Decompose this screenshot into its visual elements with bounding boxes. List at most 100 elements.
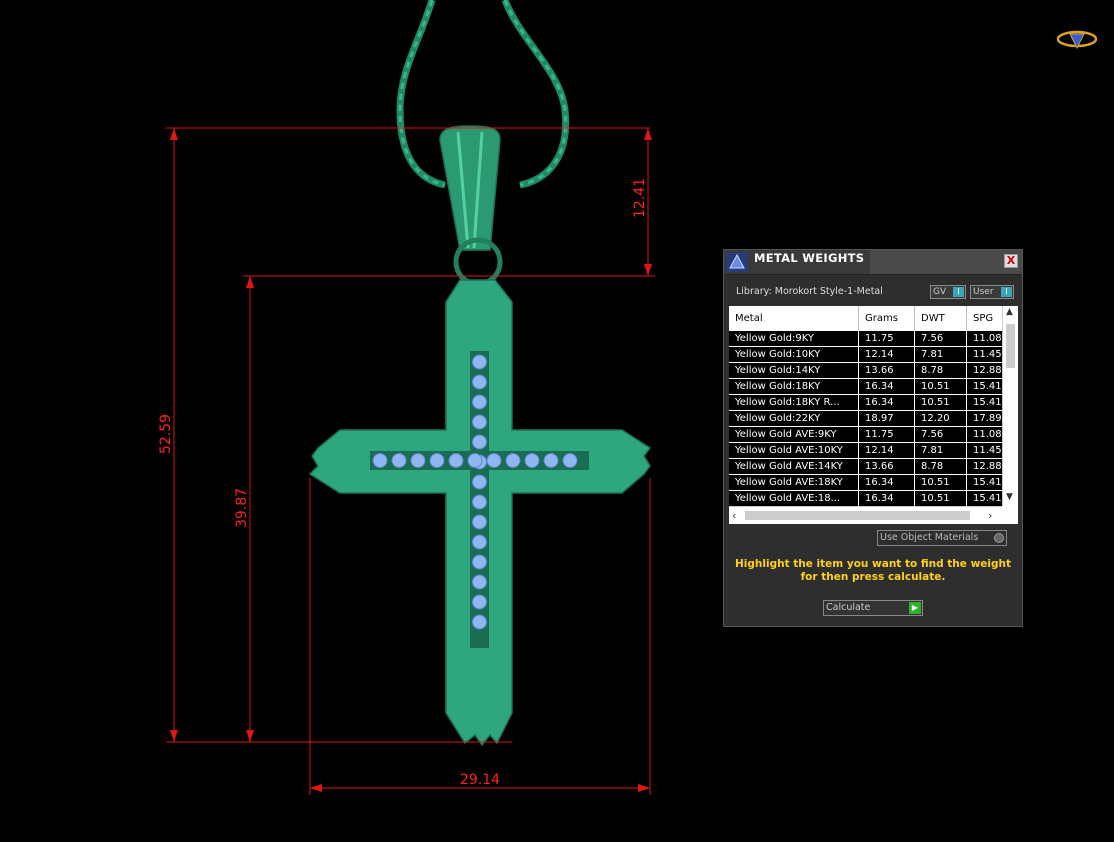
app-logo-icon xyxy=(1056,30,1098,50)
cell-dwt: 7.56 xyxy=(915,331,967,347)
cell-grams: 16.34 xyxy=(859,379,915,395)
scroll-up-icon[interactable]: ▲ xyxy=(1006,307,1013,317)
table-rows: Yellow Gold:9KY 11.75 7.56 11.08 Yellow Gold… xyxy=(729,331,1002,506)
metal-table: Metal Grams DWT SPG Yellow Gold:9KY 11.75… xyxy=(729,306,1018,524)
use-object-materials-toggle[interactable]: Use Object Materials xyxy=(877,530,1007,546)
cell-metal: Yellow Gold AVE:18... xyxy=(729,491,859,506)
stone xyxy=(472,574,487,590)
cell-spg: 17.89 xyxy=(967,411,1002,427)
table-row[interactable]: Yellow Gold:22KY 18.97 12.20 17.89 xyxy=(729,411,1002,427)
cell-metal: Yellow Gold:14KY xyxy=(729,363,859,379)
cell-spg: 15.41 xyxy=(967,475,1002,491)
cell-spg: 12.88 xyxy=(967,459,1002,475)
cell-grams: 13.66 xyxy=(859,363,915,379)
table-row[interactable]: Yellow Gold:10KY 12.14 7.81 11.45 xyxy=(729,347,1002,363)
stone xyxy=(472,514,487,530)
scroll-down-icon[interactable]: ▼ xyxy=(1006,492,1013,502)
cell-metal: Yellow Gold AVE:14KY xyxy=(729,459,859,475)
radio-icon xyxy=(994,533,1004,543)
stone xyxy=(467,453,483,468)
play-icon: ▶ xyxy=(909,602,921,614)
cell-dwt: 10.51 xyxy=(915,379,967,395)
cell-metal: Yellow Gold:10KY xyxy=(729,347,859,363)
table-row[interactable]: Yellow Gold:14KY 13.66 8.78 12.88 xyxy=(729,363,1002,379)
scroll-left-icon[interactable]: ‹ xyxy=(732,509,736,522)
stone xyxy=(472,534,487,550)
cell-metal: Yellow Gold:18KY R... xyxy=(729,395,859,411)
cell-dwt: 7.56 xyxy=(915,427,967,443)
column-header-metal[interactable]: Metal xyxy=(729,306,859,331)
cell-spg: 15.41 xyxy=(967,395,1002,411)
vertical-scrollbar[interactable]: ▲ ▼ xyxy=(1002,306,1018,506)
stone xyxy=(372,453,388,468)
gv-toggle[interactable]: GV I xyxy=(930,285,966,299)
table-row[interactable]: Yellow Gold AVE:9KY 11.75 7.56 11.08 xyxy=(729,427,1002,443)
gv-toggle-label: GV xyxy=(933,287,947,297)
scroll-right-icon[interactable]: › xyxy=(988,509,992,522)
user-toggle-label: User xyxy=(973,287,994,297)
cell-dwt: 7.81 xyxy=(915,347,967,363)
stone xyxy=(410,453,426,468)
cell-dwt: 12.20 xyxy=(915,411,967,427)
stone xyxy=(524,453,540,468)
metal-weights-panel: METAL WEIGHTS X Library: Morokort Style-… xyxy=(723,249,1023,627)
cell-metal: Yellow Gold:9KY xyxy=(729,331,859,347)
table-row[interactable]: Yellow Gold AVE:18KY 16.34 10.51 15.41 xyxy=(729,475,1002,491)
horizontal-scrollbar[interactable]: ‹ › xyxy=(729,506,1002,524)
cell-grams: 16.34 xyxy=(859,395,915,411)
cell-spg: 11.45 xyxy=(967,347,1002,363)
stone xyxy=(472,414,487,430)
column-header-spg[interactable]: SPG xyxy=(967,306,1007,331)
table-row[interactable]: Yellow Gold:18KY 16.34 10.51 15.41 xyxy=(729,379,1002,395)
hint-text: Highlight the item you want to find the … xyxy=(735,558,1011,583)
cell-metal: Yellow Gold:18KY xyxy=(729,379,859,395)
dimension-width: 29.14 xyxy=(460,772,500,788)
column-header-dwt[interactable]: DWT xyxy=(915,306,967,331)
cell-grams: 11.75 xyxy=(859,427,915,443)
user-toggle[interactable]: User I xyxy=(970,285,1014,299)
vertical-scroll-thumb[interactable] xyxy=(1006,324,1015,368)
table-row[interactable]: Yellow Gold:18KY R... 16.34 10.51 15.41 xyxy=(729,395,1002,411)
stone xyxy=(472,434,487,450)
stone xyxy=(562,453,578,468)
column-header-grams[interactable]: Grams xyxy=(859,306,915,331)
horizontal-scroll-thumb[interactable] xyxy=(745,511,970,520)
cell-metal: Yellow Gold AVE:18KY xyxy=(729,475,859,491)
dimension-height-total: 52.59 xyxy=(158,414,174,454)
scale-icon xyxy=(726,252,748,272)
cell-dwt: 10.51 xyxy=(915,395,967,411)
cell-spg: 12.88 xyxy=(967,363,1002,379)
stone xyxy=(472,594,487,610)
stone xyxy=(391,453,407,468)
stone xyxy=(448,453,464,468)
cell-dwt: 10.51 xyxy=(915,475,967,491)
cell-spg: 11.08 xyxy=(967,331,1002,347)
cell-grams: 18.97 xyxy=(859,411,915,427)
cell-spg: 11.08 xyxy=(967,427,1002,443)
stone xyxy=(472,494,487,510)
cell-grams: 13.66 xyxy=(859,459,915,475)
cell-metal: Yellow Gold:22KY xyxy=(729,411,859,427)
cell-metal: Yellow Gold AVE:9KY xyxy=(729,427,859,443)
stone xyxy=(505,453,521,468)
panel-titlebar[interactable]: METAL WEIGHTS X xyxy=(724,250,1022,275)
dimension-bail-height: 12.41 xyxy=(632,178,648,218)
dimension-height-lower: 39.87 xyxy=(234,488,250,528)
user-toggle-knob: I xyxy=(1001,287,1012,297)
calculate-button[interactable]: Calculate ▶ xyxy=(823,600,923,616)
table-row[interactable]: Yellow Gold AVE:18... 16.34 10.51 15.41 xyxy=(729,491,1002,506)
table-row[interactable]: Yellow Gold AVE:10KY 12.14 7.81 11.45 xyxy=(729,443,1002,459)
cell-grams: 16.34 xyxy=(859,475,915,491)
stone xyxy=(472,554,487,570)
close-button[interactable]: X xyxy=(1004,254,1018,268)
stone xyxy=(486,453,502,468)
calculate-label: Calculate xyxy=(826,602,871,613)
table-row[interactable]: Yellow Gold:9KY 11.75 7.56 11.08 xyxy=(729,331,1002,347)
cell-spg: 11.45 xyxy=(967,443,1002,459)
cell-grams: 12.14 xyxy=(859,443,915,459)
stone xyxy=(543,453,559,468)
cell-dwt: 10.51 xyxy=(915,491,967,506)
stone xyxy=(472,394,487,410)
library-label: Library: Morokort Style-1-Metal xyxy=(736,286,883,297)
table-row[interactable]: Yellow Gold AVE:14KY 13.66 8.78 12.88 xyxy=(729,459,1002,475)
